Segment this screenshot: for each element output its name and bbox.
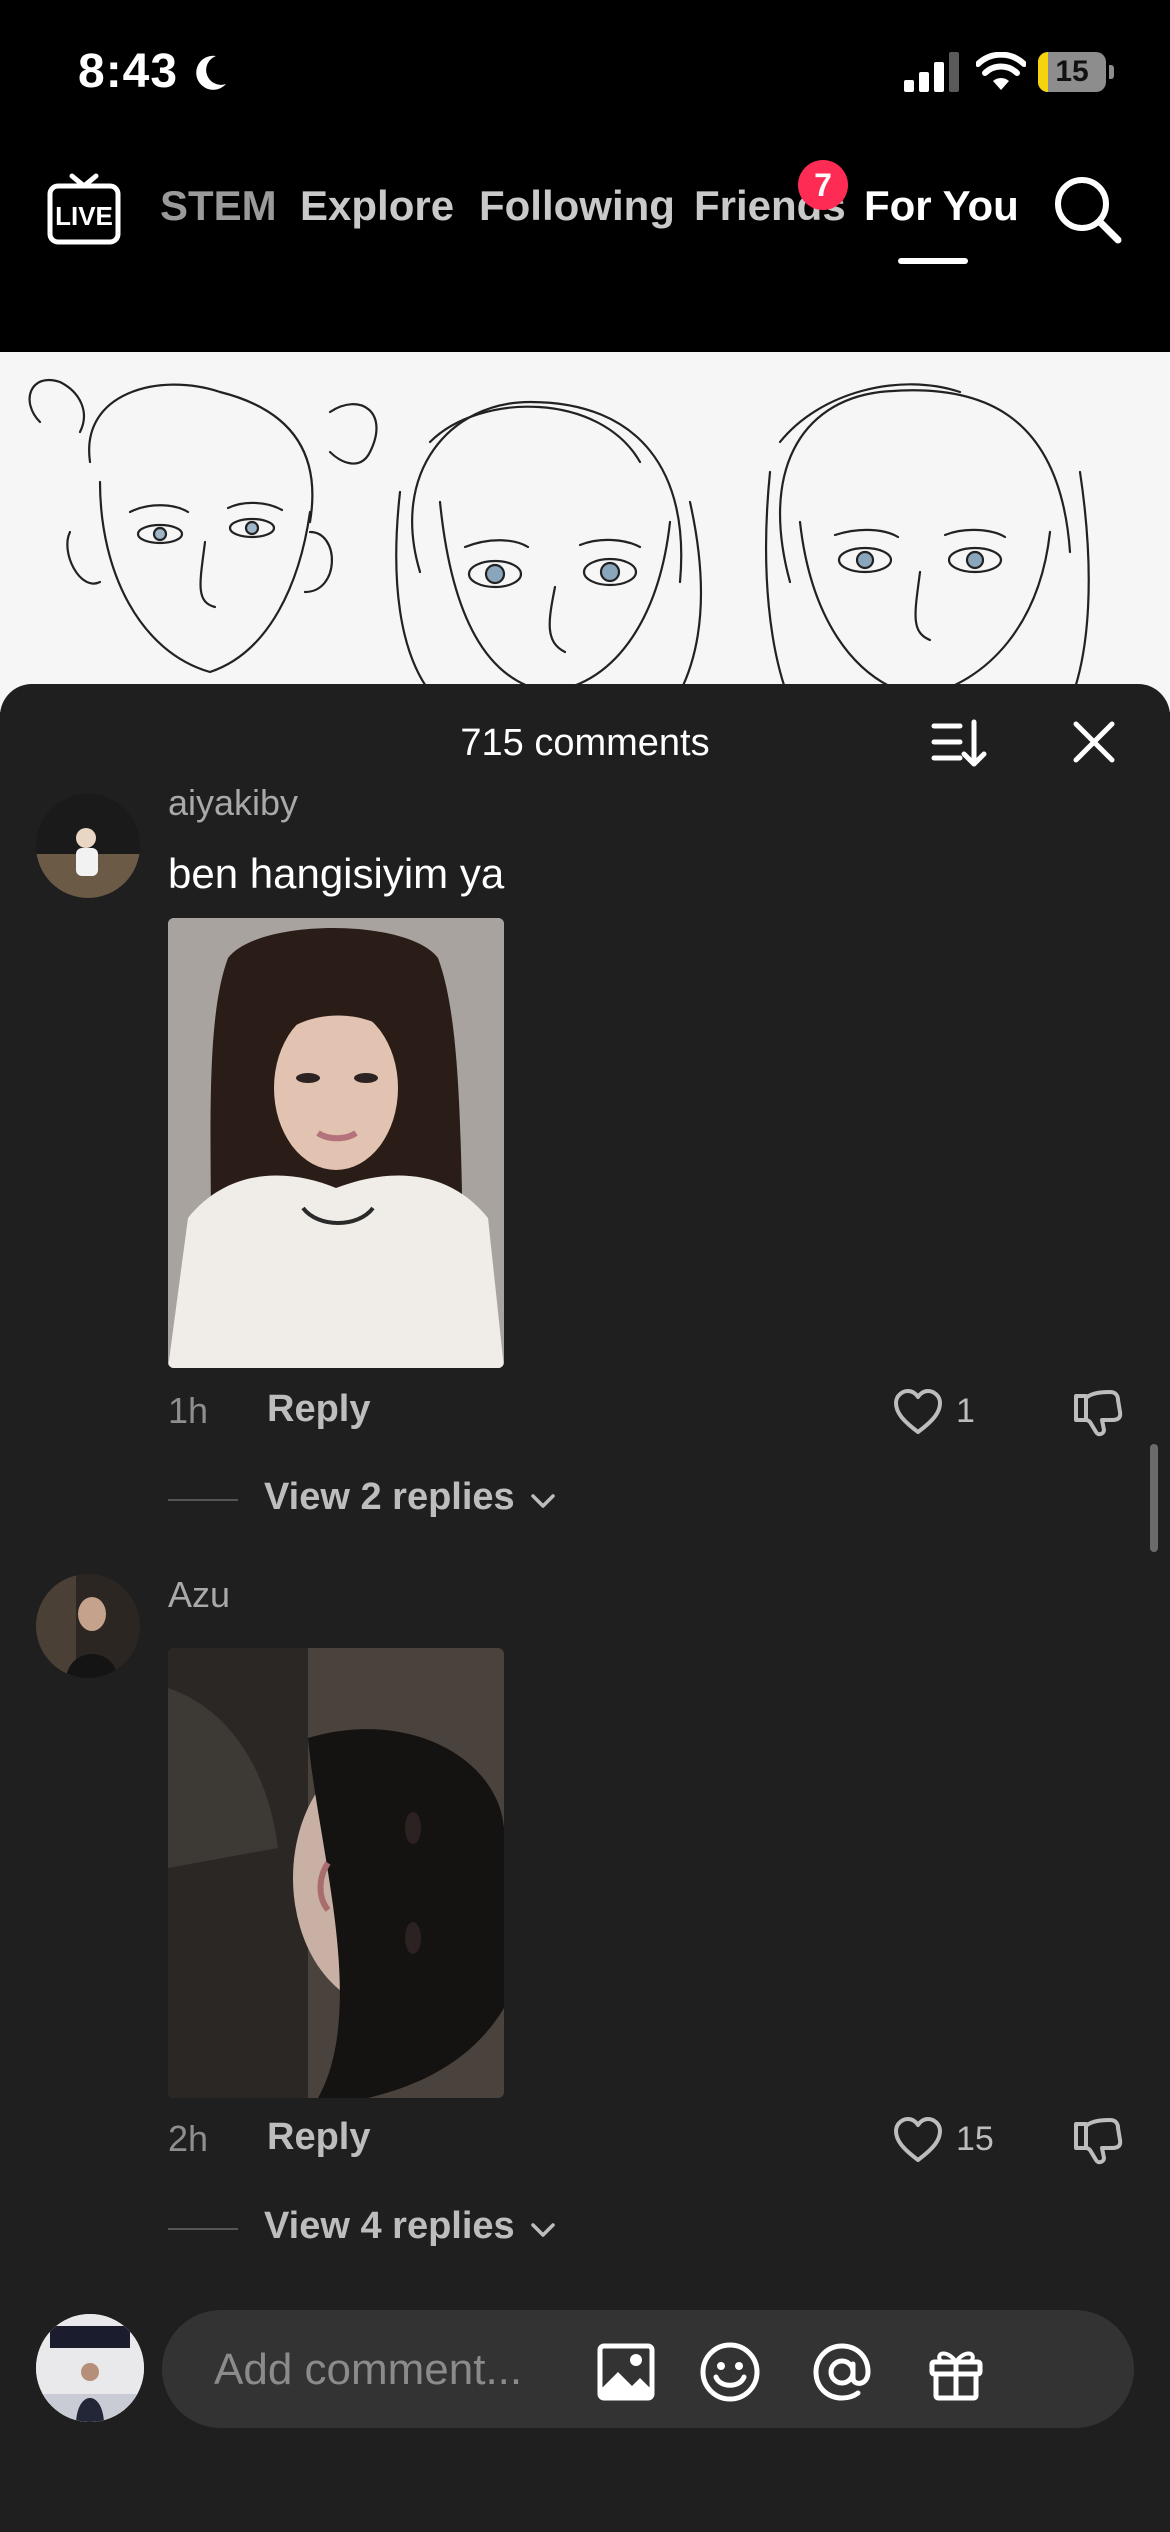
- sketch-drawing: [28, 379, 1090, 704]
- view-replies-button[interactable]: View 2 replies: [264, 1476, 515, 1519]
- video-preview[interactable]: [0, 352, 1170, 712]
- active-tab-indicator: [898, 258, 968, 264]
- moon-icon: [196, 55, 226, 90]
- search-icon[interactable]: [1050, 172, 1124, 246]
- chevron-down-icon[interactable]: [530, 1492, 556, 1510]
- reply-button[interactable]: Reply: [267, 2116, 370, 2159]
- image-icon[interactable]: [594, 2340, 658, 2404]
- comments-sheet: 715 comments aiyakiby ben hangisiyim ya: [0, 684, 1170, 2532]
- live-label: LIVE: [55, 201, 113, 231]
- close-icon[interactable]: [1068, 716, 1120, 768]
- dislike-icon[interactable]: [1072, 2114, 1124, 2166]
- top-nav: LIVE STEM Explore Following Friends 7 Fo…: [0, 150, 1170, 280]
- friends-badge: 7: [798, 160, 848, 210]
- comment-time: 2h: [168, 2118, 209, 2159]
- live-tv-icon[interactable]: LIVE: [46, 172, 122, 246]
- comment-box[interactable]: [162, 2310, 1134, 2430]
- comments-scrollbar[interactable]: [1150, 1444, 1158, 1552]
- user-avatar: [36, 2314, 144, 2422]
- dislike-icon[interactable]: [1072, 1386, 1124, 1438]
- replies-divider: [168, 2228, 238, 2230]
- gift-icon[interactable]: [924, 2340, 988, 2404]
- commenter-avatar[interactable]: [36, 794, 140, 898]
- emoji-icon[interactable]: [698, 2340, 762, 2404]
- like-count: 1: [956, 1392, 975, 1430]
- battery-indicator: 15: [1038, 52, 1114, 92]
- comments-count-title: 715 comments: [460, 722, 710, 764]
- comment-image[interactable]: [168, 1648, 504, 2098]
- sort-icon[interactable]: [930, 714, 988, 772]
- tab-stem[interactable]: STEM: [160, 182, 277, 230]
- battery-percent: 15: [1055, 55, 1089, 88]
- signal-icon: [904, 52, 959, 92]
- comment-image[interactable]: [168, 918, 504, 1368]
- reply-button[interactable]: Reply: [267, 1388, 370, 1431]
- tab-explore[interactable]: Explore: [300, 182, 454, 230]
- wifi-icon: [976, 52, 1026, 90]
- chevron-down-icon[interactable]: [530, 2221, 556, 2239]
- replies-divider: [168, 1499, 238, 1501]
- comment-time: 1h: [168, 1390, 209, 1431]
- comment-text: ben hangisiyim ya: [168, 850, 505, 897]
- mention-icon[interactable]: [810, 2340, 874, 2404]
- tab-following[interactable]: Following: [479, 182, 675, 230]
- comment-input-bar: [0, 2290, 1170, 2430]
- status-time: 8:43: [78, 45, 179, 98]
- status-bar: 8:43 15: [0, 0, 1170, 140]
- comment-username[interactable]: Azu: [168, 1574, 230, 1616]
- tab-for-you[interactable]: For You: [864, 182, 1019, 230]
- heart-icon[interactable]: [892, 2116, 944, 2164]
- comment-username[interactable]: aiyakiby: [168, 782, 298, 824]
- commenter-avatar[interactable]: [36, 1574, 140, 1678]
- like-count: 15: [956, 2120, 994, 2158]
- add-comment-input[interactable]: [212, 2310, 656, 2430]
- view-replies-button[interactable]: View 4 replies: [264, 2205, 515, 2248]
- heart-icon[interactable]: [892, 1388, 944, 1436]
